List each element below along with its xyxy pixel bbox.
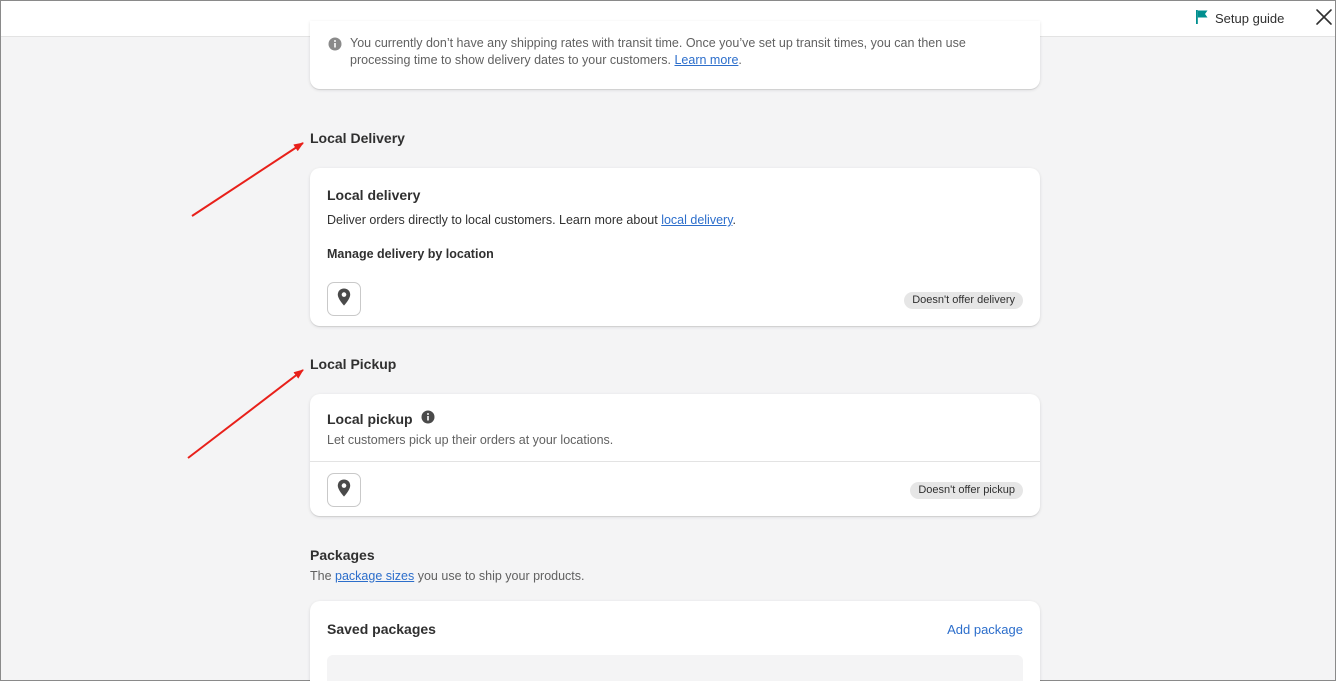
annotation-arrows — [187, 142, 304, 459]
packages-description-prefix: The — [310, 569, 332, 583]
saved-packages-title: Saved packages — [327, 621, 436, 637]
location-pin-icon — [337, 288, 351, 311]
flag-icon — [1195, 9, 1209, 28]
local-delivery-description: Deliver orders directly to local custome… — [327, 213, 736, 227]
saved-packages-card: Saved packages Add package — [310, 601, 1040, 681]
manage-delivery-label: Manage delivery by location — [327, 247, 494, 261]
transit-notice-text: You currently don’t have any shipping ra… — [350, 36, 966, 67]
transit-notice-card: You currently don’t have any shipping ra… — [310, 21, 1040, 89]
location-pin-icon — [337, 479, 351, 502]
local-delivery-card: Local delivery Deliver orders directly t… — [310, 168, 1040, 326]
close-button[interactable] — [1313, 6, 1335, 28]
transit-notice-body: You currently don’t have any shipping ra… — [350, 36, 966, 67]
packages-section-title: Packages — [310, 547, 375, 563]
info-icon[interactable] — [421, 410, 435, 427]
pickup-status-badge: Doesn't offer pickup — [910, 482, 1023, 499]
setup-guide-button[interactable]: Setup guide — [1195, 8, 1284, 28]
pickup-location-button[interactable] — [327, 473, 361, 507]
package-sizes-link[interactable]: package sizes — [335, 569, 414, 583]
local-pickup-title-text: Local pickup — [327, 410, 413, 427]
local-delivery-section-title: Local Delivery — [310, 130, 405, 146]
setup-guide-label: Setup guide — [1215, 10, 1285, 26]
packages-description-suffix: you use to ship your products. — [417, 569, 585, 583]
card-divider — [310, 461, 1040, 462]
empty-packages-box — [327, 655, 1023, 681]
close-icon — [1313, 9, 1335, 32]
packages-description: The package sizes you use to ship your p… — [310, 569, 585, 583]
local-delivery-link[interactable]: local delivery — [661, 213, 732, 227]
learn-more-link[interactable]: Learn more — [674, 53, 738, 67]
arrow-to-local-pickup — [187, 369, 304, 459]
delivery-status-badge: Doesn't offer delivery — [904, 292, 1023, 309]
transit-notice: You currently don’t have any shipping ra… — [328, 35, 1028, 69]
info-icon — [328, 37, 342, 69]
local-delivery-description-text: Deliver orders directly to local custome… — [327, 213, 658, 227]
arrow-to-local-delivery — [191, 142, 304, 217]
local-pickup-card-title: Local pickup — [327, 410, 435, 427]
delivery-location-button[interactable] — [327, 282, 361, 316]
local-pickup-description: Let customers pick up their orders at yo… — [327, 433, 614, 447]
local-delivery-card-title: Local delivery — [327, 187, 421, 203]
local-pickup-card: Local pickup Let customers pick up their… — [310, 394, 1040, 516]
local-pickup-section-title: Local Pickup — [310, 356, 397, 372]
add-package-link[interactable]: Add package — [947, 622, 1023, 637]
